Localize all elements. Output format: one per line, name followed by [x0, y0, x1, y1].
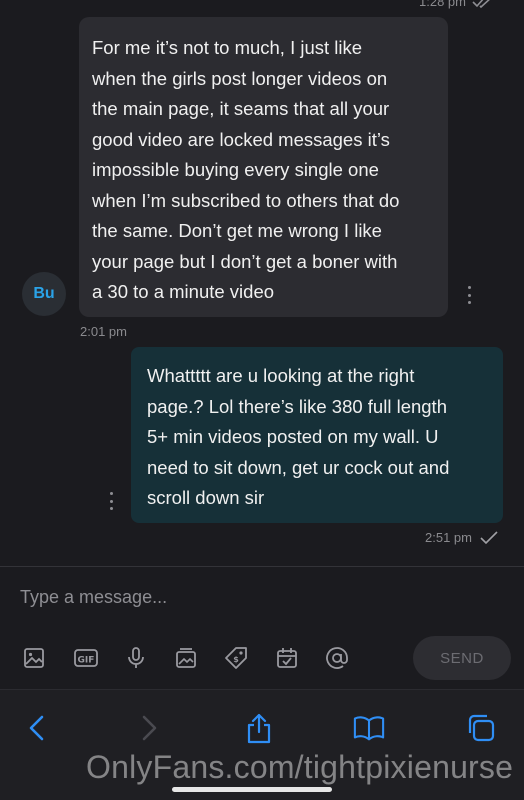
message-line: impossible buying every single one	[92, 159, 379, 180]
outgoing-message-time: 2:51 pm	[425, 530, 472, 545]
watermark-text: OnlyFans.com/tightpixienurse	[86, 749, 514, 785]
message-line: when I’m subscribed to others that do	[92, 189, 400, 211]
incoming-message-options-icon[interactable]	[466, 286, 472, 304]
message-line: when the girls post longer videos on	[92, 67, 388, 89]
message-line: the same. Don’t get me wrong I like	[92, 220, 382, 241]
message-line: scroll down sir	[147, 487, 265, 508]
message-line: your page but I don’t get a boner with	[92, 250, 398, 272]
message-line: 5+ min videos posted on my wall. U	[147, 426, 439, 447]
at-sign-icon[interactable]	[324, 645, 350, 671]
sender-avatar[interactable]: Bu	[22, 272, 66, 316]
microphone-icon[interactable]	[123, 645, 149, 671]
back-icon[interactable]	[21, 712, 53, 744]
message-line: good video are locked messages it’s	[92, 128, 390, 150]
previous-message-time: 1:28 pm	[419, 0, 466, 9]
incoming-message-time: 2:01 pm	[80, 324, 127, 339]
send-button[interactable]: SEND	[413, 636, 511, 680]
message-composer: GIF $ SEND	[0, 567, 524, 689]
message-input[interactable]	[20, 583, 490, 611]
message-line: the main page, it seams that all your	[92, 98, 390, 119]
outgoing-message-meta: 2:51 pm	[425, 530, 498, 545]
home-indicator	[172, 787, 332, 792]
calendar-icon[interactable]	[274, 645, 300, 671]
gif-icon[interactable]: GIF	[73, 645, 99, 671]
share-icon[interactable]	[243, 712, 275, 744]
svg-text:GIF: GIF	[78, 656, 95, 666]
message-line: need to sit down, get ur cock out and	[147, 456, 450, 478]
image-icon[interactable]	[21, 645, 47, 671]
chat-screen: 1:28 pm For me it’s not to much, I just …	[0, 0, 524, 800]
double-check-icon	[472, 0, 490, 8]
outgoing-message-options-icon[interactable]	[108, 492, 114, 510]
forward-icon[interactable]	[133, 712, 165, 744]
check-icon	[480, 530, 498, 544]
message-line: For me it’s not to much, I just like	[92, 37, 363, 58]
price-tag-icon[interactable]: $	[223, 645, 249, 671]
tabs-icon[interactable]	[465, 712, 497, 744]
media-vault-icon[interactable]	[173, 645, 199, 671]
message-line: Whattttt are u looking at the right	[147, 365, 415, 386]
message-line: a 30 to a minute video	[92, 281, 275, 302]
message-line: page.? Lol there’s like 380 full length	[147, 395, 447, 417]
bookmarks-icon[interactable]	[353, 712, 385, 744]
incoming-message-bubble: For me it’s not to much, I just like whe…	[79, 17, 448, 317]
svg-text:$: $	[233, 655, 239, 664]
browser-toolbar: OnlyFans.com/tightpixienurse	[0, 689, 524, 800]
previous-message-meta: 1:28 pm	[419, 0, 494, 9]
outgoing-message-bubble: Whattttt are u looking at the right page…	[131, 347, 503, 523]
